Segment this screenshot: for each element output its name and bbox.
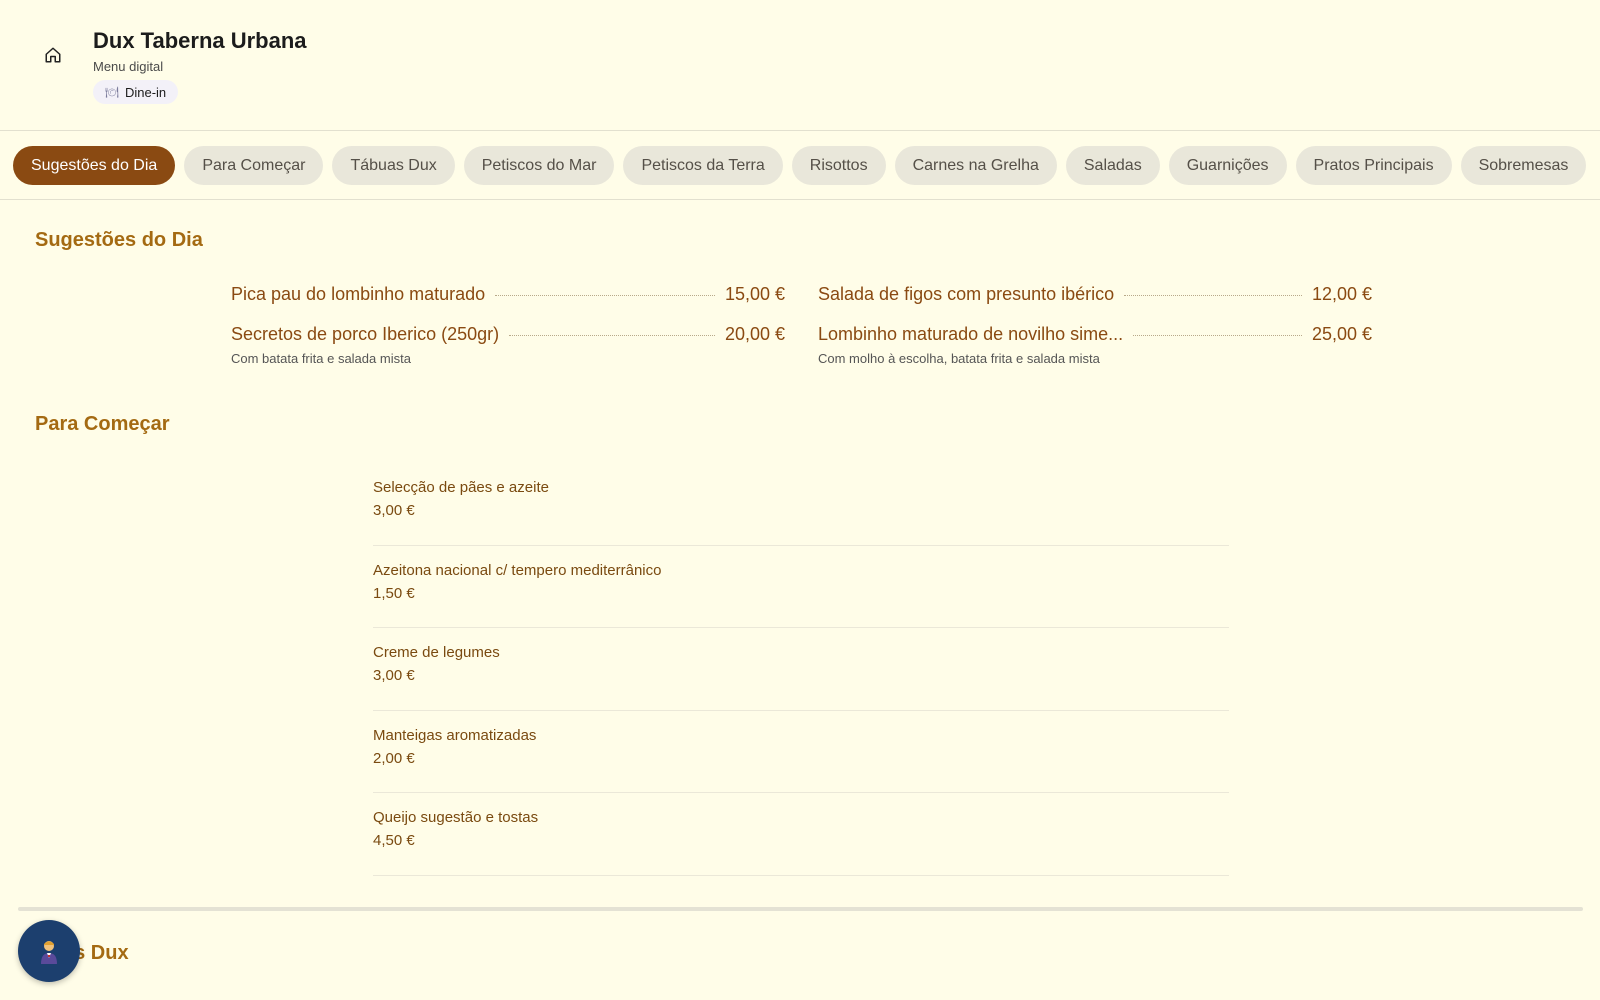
- page-subtitle: Menu digital: [93, 59, 164, 74]
- suggestion-item[interactable]: Salada de figos com presunto ibérico 12,…: [818, 284, 1372, 305]
- tab-guarnicoes[interactable]: Guarnições: [1168, 146, 1287, 185]
- suggestion-price: 20,00 €: [724, 324, 785, 344]
- waiter-assistant-button[interactable]: [18, 920, 80, 982]
- tab-tabuas-dux[interactable]: Tábuas Dux: [332, 146, 455, 185]
- section-title-sugestoes: Sugestões do Dia: [35, 229, 203, 251]
- plate-icon: 🍽: [105, 86, 119, 99]
- item-price: 1,50 €: [373, 584, 415, 602]
- item-price: 4,50 €: [373, 832, 415, 849]
- suggestion-name: Salada de figos com presunto ibérico: [818, 284, 1115, 304]
- list-item[interactable]: Creme de legumes 3,00 €: [373, 628, 1229, 711]
- suggestion-description: Com batata frita e salada mista: [231, 351, 411, 366]
- item-name: Queijo sugestão e tostas: [373, 809, 539, 826]
- tab-petiscos-da-terra[interactable]: Petiscos da Terra: [623, 146, 783, 185]
- list-item[interactable]: Selecção de pães e azeite 3,00 €: [373, 463, 1229, 546]
- tab-para-comecar[interactable]: Para Começar: [184, 146, 324, 185]
- item-price: 3,00 €: [373, 502, 415, 519]
- dine-in-label: Dine-in: [124, 84, 167, 100]
- dine-in-badge: 🍽 Dine-in: [93, 80, 179, 104]
- tab-risottos[interactable]: Risottos: [791, 146, 886, 185]
- para-comecar-list: Selecção de pães e azeite 3,00 € Azeiton…: [373, 463, 1229, 876]
- dotted-leader: [1133, 335, 1302, 336]
- tab-carnes-na-grelha[interactable]: Carnes na Grelha: [894, 146, 1057, 185]
- tab-petiscos-do-mar[interactable]: Petiscos do Mar: [463, 146, 615, 185]
- list-item[interactable]: Manteigas aromatizadas 2,00 €: [373, 711, 1229, 793]
- dotted-leader: [1124, 295, 1302, 296]
- tab-saladas[interactable]: Saladas: [1065, 146, 1160, 185]
- item-name: Creme de legumes: [373, 644, 500, 661]
- home-icon: [45, 47, 61, 63]
- suggestion-name: Secretos de porco Iberico (250gr): [231, 324, 500, 344]
- suggestion-description: Com molho à escolha, batata frita e sala…: [818, 351, 1100, 366]
- suggestion-name: Pica pau do lombinho maturado: [231, 284, 486, 304]
- category-tabs-bar: Sugestões do Dia Para Começar Tábuas Dux…: [0, 131, 1600, 200]
- item-name: Selecção de pães e azeite: [373, 479, 549, 496]
- suggestion-item[interactable]: Lombinho maturado de novilho sime... 25,…: [818, 324, 1372, 366]
- suggestion-price: 15,00 €: [724, 284, 785, 304]
- tab-sobremesas[interactable]: Sobremesas: [1460, 146, 1587, 185]
- home-button[interactable]: [38, 40, 68, 70]
- item-price: 3,00 €: [373, 667, 415, 684]
- category-tabs: Sugestões do Dia Para Começar Tábuas Dux…: [13, 146, 1587, 185]
- waiter-icon: [41, 941, 57, 964]
- tab-pratos-principais[interactable]: Pratos Principais: [1295, 146, 1452, 185]
- item-name: Azeitona nacional c/ tempero mediterrâni…: [373, 561, 662, 579]
- dotted-leader: [509, 335, 715, 336]
- suggestion-price: 12,00 €: [1311, 284, 1372, 304]
- section-divider: [18, 907, 1583, 911]
- dotted-leader: [495, 295, 715, 296]
- item-price: 2,00 €: [373, 749, 415, 767]
- section-title-para-comecar: Para Começar: [35, 413, 170, 435]
- page-title: Dux Taberna Urbana: [93, 28, 307, 53]
- suggestion-price: 25,00 €: [1311, 324, 1372, 344]
- list-item[interactable]: Azeitona nacional c/ tempero mediterrâni…: [373, 546, 1229, 628]
- item-name: Manteigas aromatizadas: [373, 726, 537, 744]
- tab-sugestoes-do-dia[interactable]: Sugestões do Dia: [13, 146, 176, 185]
- header: Dux Taberna Urbana Menu digital 🍽 Dine-i…: [0, 0, 1600, 131]
- suggestion-item[interactable]: Pica pau do lombinho maturado 15,00 €: [231, 284, 785, 305]
- list-item[interactable]: Queijo sugestão e tostas 4,50 €: [373, 793, 1229, 876]
- suggestion-item[interactable]: Secretos de porco Iberico (250gr) 20,00 …: [231, 324, 785, 366]
- suggestion-name: Lombinho maturado de novilho sime...: [818, 324, 1124, 344]
